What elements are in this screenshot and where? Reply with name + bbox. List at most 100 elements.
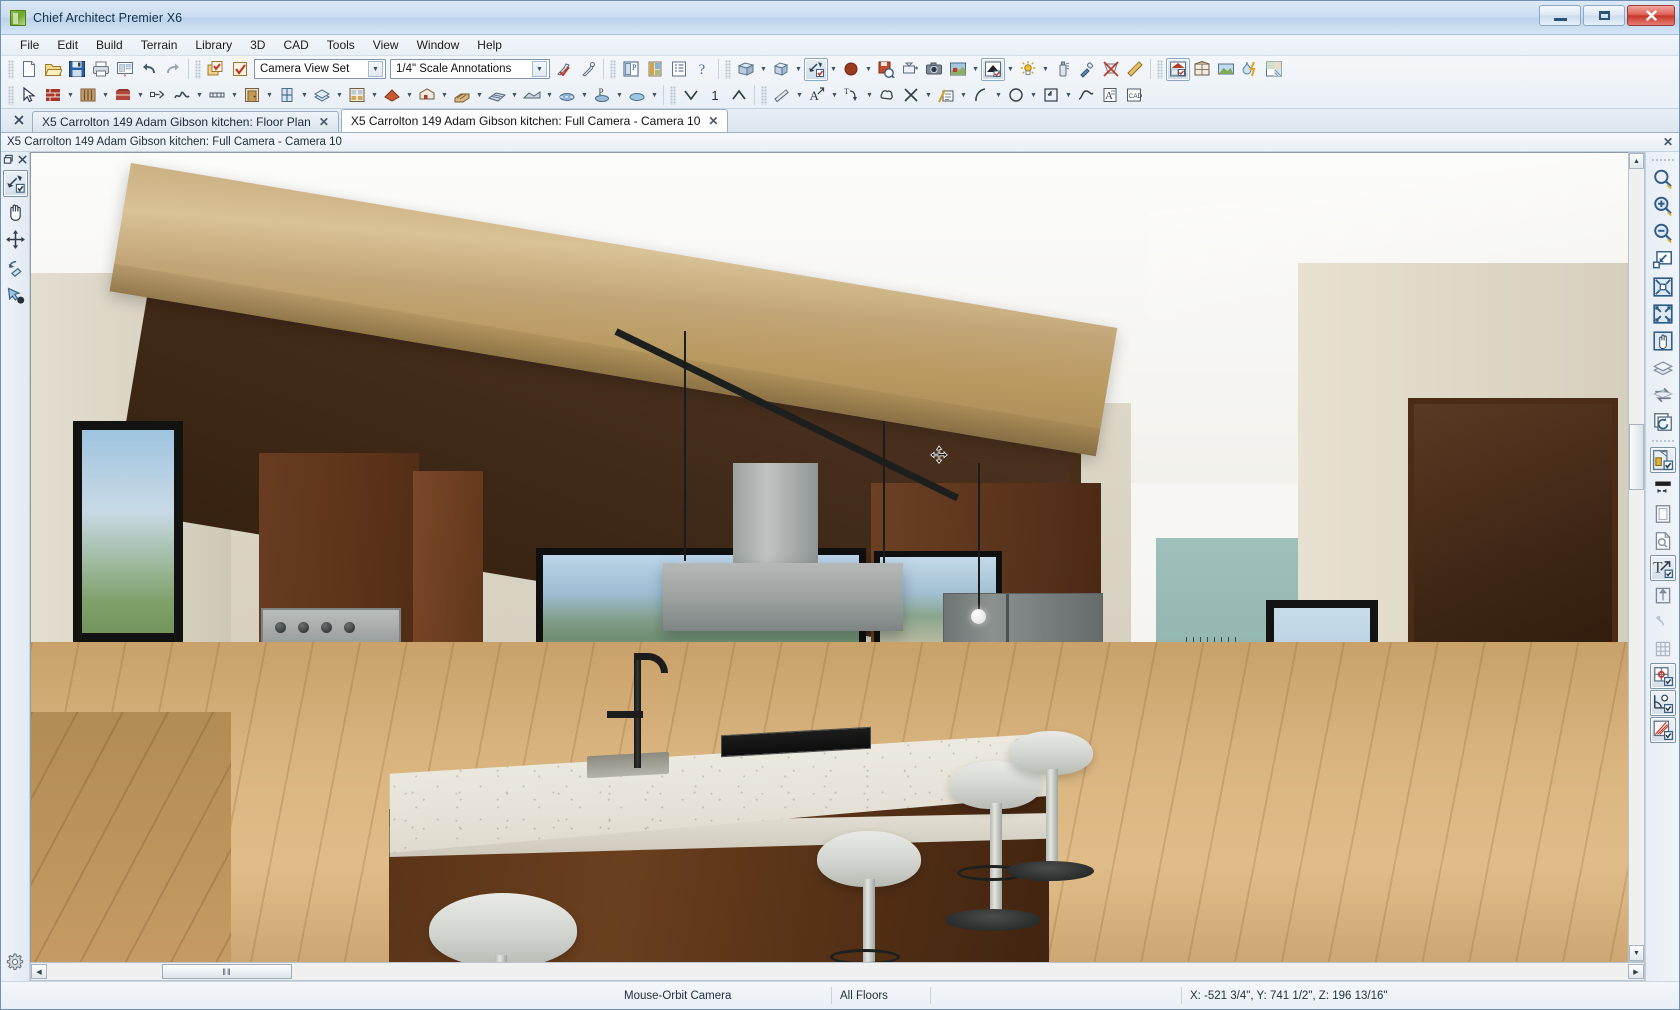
- redo-icon[interactable]: [161, 58, 185, 81]
- cad-text-icon[interactable]: A: [1098, 84, 1122, 107]
- chevron-down-icon[interactable]: ▼: [863, 58, 874, 81]
- menu-build[interactable]: Build: [87, 36, 132, 54]
- circle-icon[interactable]: [1004, 84, 1028, 107]
- railing-tools-icon[interactable]: [76, 84, 100, 107]
- lighting-icon[interactable]: [1016, 58, 1040, 81]
- new-plan-icon[interactable]: [17, 58, 41, 81]
- refresh-display-icon[interactable]: [1650, 409, 1676, 435]
- chevron-down-icon[interactable]: ▼: [794, 84, 805, 107]
- vertical-scrollbar[interactable]: ▲ ▼: [1628, 152, 1645, 962]
- zoom-out-icon[interactable]: [1650, 220, 1676, 246]
- move-camera-tool-icon[interactable]: [3, 226, 28, 253]
- rendering-technique-icon[interactable]: [1262, 58, 1286, 81]
- plan-materials-icon[interactable]: P: [619, 58, 643, 81]
- fill-window-icon[interactable]: [1650, 274, 1676, 300]
- swap-views-icon[interactable]: [1650, 382, 1676, 408]
- box-icon[interactable]: [1039, 84, 1063, 107]
- chevron-down-icon[interactable]: ▼: [368, 61, 383, 77]
- chevron-down-icon[interactable]: ▼: [864, 84, 875, 107]
- save-camera-icon[interactable]: [874, 58, 898, 81]
- menu-3d[interactable]: 3D: [241, 36, 274, 54]
- scroll-up-arrow[interactable]: ▲: [1629, 153, 1644, 169]
- chevron-down-icon[interactable]: ▼: [993, 84, 1004, 107]
- default-settings-icon[interactable]: [552, 58, 576, 81]
- foundation-icon[interactable]: [170, 84, 194, 107]
- tab-close-icon[interactable]: ✕: [319, 115, 329, 129]
- layer-display-icon[interactable]: [1650, 355, 1676, 381]
- room-tools-icon[interactable]: [111, 84, 135, 107]
- orbit-camera-tool-icon[interactable]: [2, 170, 28, 197]
- chevron-down-icon[interactable]: ▼: [369, 84, 380, 107]
- tab-full-camera[interactable]: X5 Carrolton 149 Adam Gibson kitchen: Fu…: [340, 109, 729, 132]
- plant-tools-icon[interactable]: P: [590, 84, 614, 107]
- chevron-down-icon[interactable]: ▼: [404, 84, 415, 107]
- kitchen-3d-render[interactable]: X5 Carrolton 149 Adam Gibson kitchen: Fu…: [30, 152, 1628, 962]
- toolbar-grip[interactable]: [8, 59, 14, 79]
- toolbar-grip[interactable]: [1650, 158, 1675, 163]
- toolbar-grip[interactable]: [610, 59, 616, 79]
- chevron-down-icon[interactable]: ▼: [229, 84, 240, 107]
- hscroll-thumb[interactable]: ‖‖: [162, 964, 292, 979]
- scroll-down-arrow[interactable]: ▼: [1629, 945, 1644, 961]
- pool-icon[interactable]: [625, 84, 649, 107]
- chevron-down-icon[interactable]: ▼: [474, 84, 485, 107]
- picture-file-icon[interactable]: [922, 58, 946, 81]
- show-elevation-icon[interactable]: [1650, 582, 1676, 608]
- chevron-down-icon[interactable]: ▼: [579, 84, 590, 107]
- document-close-icon[interactable]: ✕: [1663, 135, 1673, 149]
- chevron-down-icon[interactable]: ▼: [135, 84, 146, 107]
- roof-tools-icon[interactable]: [380, 84, 404, 107]
- scroll-left-arrow[interactable]: ◀: [31, 964, 47, 979]
- minimize-button[interactable]: [1539, 5, 1581, 26]
- page-setup-icon[interactable]: [1650, 528, 1676, 554]
- undo-icon[interactable]: [137, 58, 161, 81]
- cad-x-icon[interactable]: [899, 84, 923, 107]
- camera-defaults-icon[interactable]: [898, 58, 922, 81]
- toolbar-grip[interactable]: [8, 85, 14, 105]
- fence-icon[interactable]: [485, 84, 509, 107]
- tab-floor-plan[interactable]: X5 Carrolton 149 Adam Gibson kitchen: Fl…: [32, 111, 339, 132]
- print-icon[interactable]: [89, 58, 113, 81]
- cloud-icon[interactable]: [875, 84, 899, 107]
- maximize-button[interactable]: [1583, 5, 1625, 26]
- cad-detail-icon[interactable]: [934, 84, 958, 107]
- saved-view-set-icon[interactable]: [228, 58, 252, 81]
- menu-library[interactable]: Library: [186, 36, 241, 54]
- color-toggle-icon[interactable]: [1650, 474, 1676, 500]
- horizontal-scrollbar[interactable]: ◀ ‖‖ ▶: [30, 962, 1645, 981]
- undo-zoom-icon[interactable]: [1650, 247, 1676, 273]
- select-objects-icon[interactable]: [17, 84, 41, 107]
- perspective-overview-icon[interactable]: [769, 58, 793, 81]
- attic-icon[interactable]: [415, 84, 439, 107]
- close-button[interactable]: [1627, 5, 1675, 26]
- print-preview-toggle-icon[interactable]: [1650, 501, 1676, 527]
- final-view-icon[interactable]: [981, 57, 1005, 81]
- object-snaps-icon[interactable]: [1649, 663, 1676, 689]
- chevron-down-icon[interactable]: ▼: [1063, 84, 1074, 107]
- dimension-tools-icon[interactable]: [770, 84, 794, 107]
- zoom-tool-icon[interactable]: [1650, 166, 1676, 192]
- road-tools-icon[interactable]: [555, 84, 579, 107]
- open-plan-icon[interactable]: [41, 58, 65, 81]
- chevron-down-icon[interactable]: ▼: [439, 84, 450, 107]
- sun-shadows-icon[interactable]: [1650, 609, 1676, 635]
- fill-window-building-icon[interactable]: [1650, 301, 1676, 327]
- menu-help[interactable]: Help: [468, 36, 511, 54]
- active-layer-set-icon[interactable]: [204, 58, 228, 81]
- chevron-down-icon[interactable]: ▼: [828, 58, 839, 81]
- water-effects-icon[interactable]: [1238, 58, 1262, 81]
- text-tools-icon[interactable]: A: [805, 84, 829, 107]
- toolbar-grip[interactable]: [1157, 59, 1163, 79]
- toolbar-grip[interactable]: [761, 85, 767, 105]
- pan-window-tool-icon[interactable]: [3, 282, 28, 309]
- grid-snaps-icon[interactable]: [1650, 636, 1676, 662]
- pan-hand-tool-icon[interactable]: [3, 198, 28, 225]
- restore-panel-icon[interactable]: [3, 154, 14, 168]
- cad-block-icon[interactable]: CAD: [1122, 84, 1146, 107]
- chevron-down-icon[interactable]: ▼: [544, 84, 555, 107]
- pan-window-icon[interactable]: [1650, 328, 1676, 354]
- leader-line-icon[interactable]: T: [840, 84, 864, 107]
- chevron-down-icon[interactable]: ▼: [1028, 84, 1039, 107]
- text-scale-icon[interactable]: T: [1649, 555, 1676, 581]
- help-icon[interactable]: ?: [691, 58, 715, 81]
